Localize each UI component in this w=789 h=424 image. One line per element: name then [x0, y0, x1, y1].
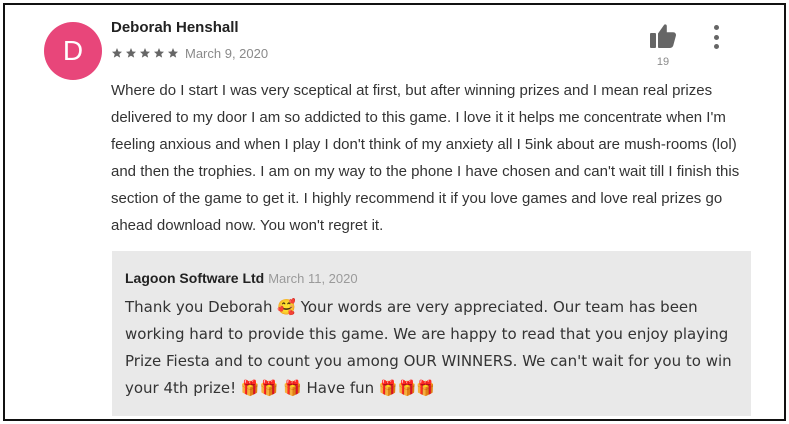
- thumbs-up-icon[interactable]: [649, 23, 677, 49]
- star-icon: [126, 48, 136, 58]
- review-date: March 9, 2020: [185, 45, 269, 61]
- avatar: D: [44, 22, 102, 80]
- star-rating: [111, 47, 179, 59]
- star-icon: [140, 48, 150, 58]
- reply-header: Lagoon Software Ltd March 11, 2020: [125, 270, 358, 286]
- star-icon: [112, 48, 122, 58]
- more-dot: [713, 34, 719, 40]
- more-dot: [713, 44, 719, 49]
- helpful-count: 19: [656, 56, 670, 68]
- more-dot: [713, 25, 719, 30]
- more-vert-icon[interactable]: [708, 25, 724, 49]
- star-icon: [168, 48, 178, 58]
- review-card: D Deborah Henshall March 9, 2020 19 Wher…: [3, 3, 786, 421]
- review-text: Where do I start I was very sceptical at…: [111, 82, 740, 234]
- reply-text: Thank you Deborah 🥰 Your words are very …: [125, 298, 732, 397]
- review-author: Deborah Henshall: [111, 19, 239, 36]
- reply-date: March 11, 2020: [268, 271, 358, 286]
- rating-row: March 9, 2020: [111, 45, 268, 61]
- reply-author: Lagoon Software Ltd: [125, 270, 265, 286]
- star-icon: [154, 48, 164, 58]
- developer-reply: Lagoon Software Ltd March 11, 2020 Thank…: [112, 251, 751, 416]
